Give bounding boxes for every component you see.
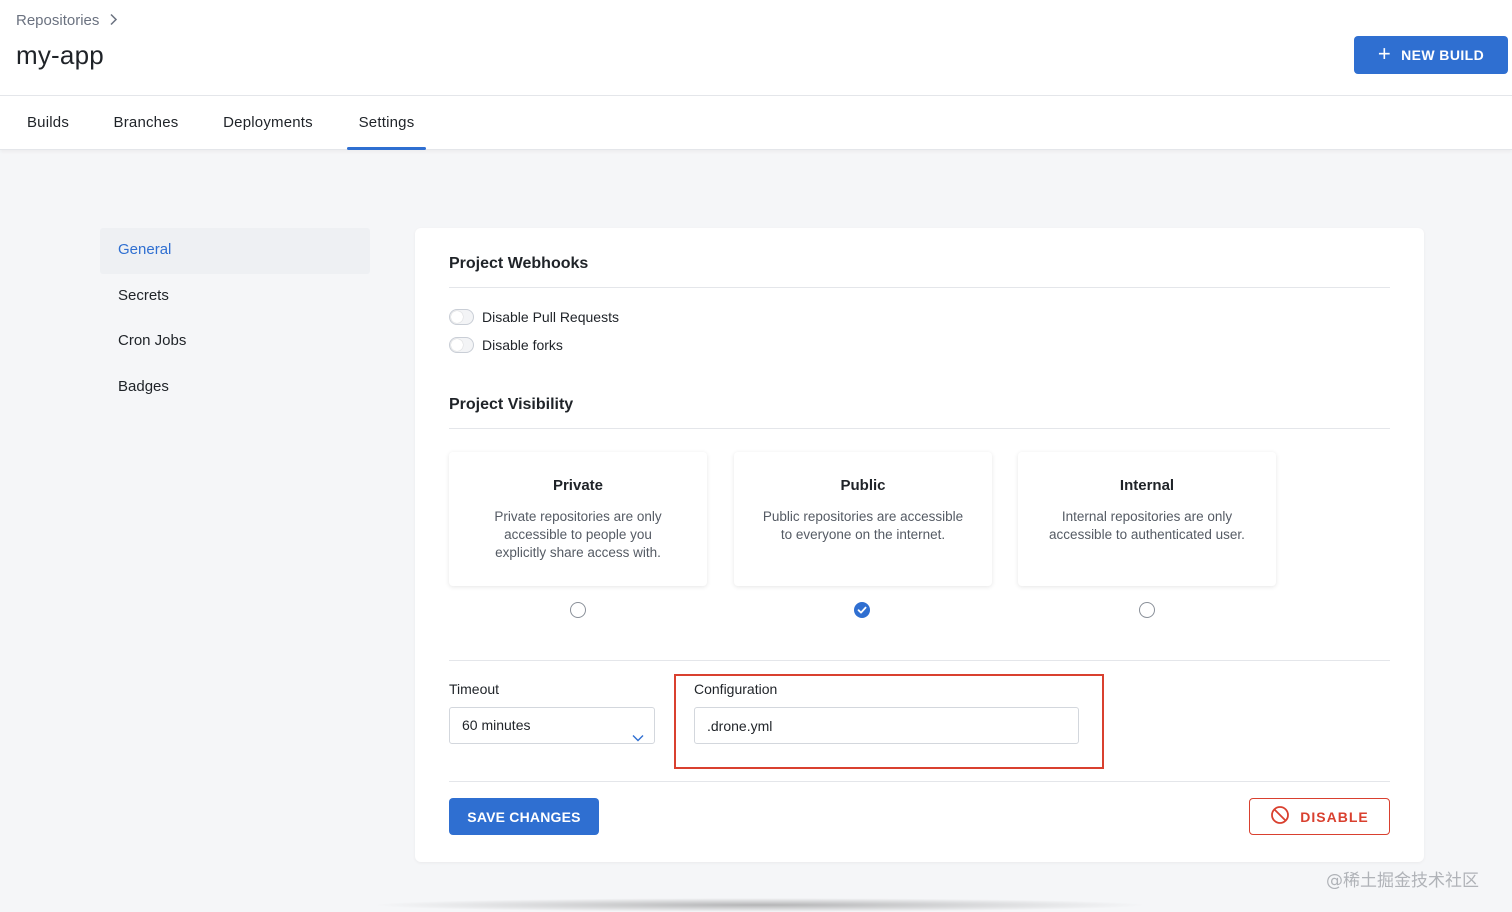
configuration-input[interactable] xyxy=(694,707,1079,744)
watermark: @稀土掘金技术社区 xyxy=(1326,871,1479,891)
repo-tabs: Builds Branches Deployments Settings xyxy=(0,96,1512,150)
divider xyxy=(449,660,1390,661)
disable-button[interactable]: DISABLE xyxy=(1249,798,1390,835)
sidebar-item-badges[interactable]: Badges xyxy=(100,365,370,411)
disable-forks-row: Disable forks xyxy=(449,337,563,353)
visibility-card-description: Public repositories are accessible to ev… xyxy=(762,509,964,542)
chevron-down-icon xyxy=(632,720,644,755)
configuration-label: Configuration xyxy=(694,681,778,697)
tab-branches[interactable]: Branches xyxy=(100,96,192,150)
disable-label: DISABLE xyxy=(1300,808,1369,825)
breadcrumb: Repositories xyxy=(16,12,118,29)
new-build-button[interactable]: + NEW BUILD xyxy=(1354,36,1508,74)
visibility-card-private[interactable]: Private Private repositories are only ac… xyxy=(449,452,707,586)
visibility-card-internal[interactable]: Internal Internal repositories are only … xyxy=(1018,452,1276,586)
sidebar-item-secrets[interactable]: Secrets xyxy=(100,274,370,320)
visibility-radio-public[interactable] xyxy=(854,602,870,618)
settings-panel: Project Webhooks Disable Pull Requests D… xyxy=(415,228,1424,862)
divider xyxy=(449,428,1390,429)
breadcrumb-repositories-link[interactable]: Repositories xyxy=(16,12,99,29)
tab-deployments[interactable]: Deployments xyxy=(208,96,328,150)
visibility-card-description: Internal repositories are only accessibl… xyxy=(1049,509,1245,542)
new-build-label: NEW BUILD xyxy=(1401,47,1485,63)
sidebar-item-cron-jobs[interactable]: Cron Jobs xyxy=(100,319,370,365)
chevron-right-icon xyxy=(109,13,118,29)
bottom-shadow xyxy=(370,898,1150,912)
visibility-card-title: Internal xyxy=(1119,477,1175,494)
visibility-radio-private[interactable] xyxy=(570,602,586,618)
visibility-radio-internal[interactable] xyxy=(1139,602,1155,618)
divider xyxy=(449,781,1390,782)
disable-forks-toggle[interactable] xyxy=(449,337,474,353)
visibility-section-title: Project Visibility xyxy=(449,396,574,413)
visibility-card-title: Private xyxy=(552,477,604,494)
disable-pull-requests-toggle[interactable] xyxy=(449,309,474,325)
visibility-card-public[interactable]: Public Public repositories are accessibl… xyxy=(734,452,992,586)
visibility-card-title: Public xyxy=(840,477,886,494)
webhooks-section-title: Project Webhooks xyxy=(449,255,589,272)
check-icon xyxy=(857,606,867,614)
divider xyxy=(449,287,1390,288)
disable-pull-requests-label: Disable Pull Requests xyxy=(482,309,619,325)
save-changes-button[interactable]: SAVE CHANGES xyxy=(449,798,599,835)
timeout-value: 60 minutes xyxy=(462,717,531,733)
timeout-select[interactable]: 60 minutes xyxy=(449,707,655,744)
plus-icon: + xyxy=(1377,41,1392,66)
timeout-label: Timeout xyxy=(449,681,500,697)
tab-settings[interactable]: Settings xyxy=(347,96,426,150)
disable-forks-label: Disable forks xyxy=(482,337,563,353)
ban-icon xyxy=(1270,805,1290,828)
page-header: Repositories my-app + NEW BUILD xyxy=(0,0,1512,96)
visibility-card-description: Private repositories are only accessible… xyxy=(494,509,662,560)
tab-builds[interactable]: Builds xyxy=(12,96,84,150)
settings-sidebar: General Secrets Cron Jobs Badges xyxy=(100,228,370,410)
sidebar-item-general[interactable]: General xyxy=(100,228,370,274)
disable-pull-requests-row: Disable Pull Requests xyxy=(449,309,619,325)
page-title: my-app xyxy=(16,40,104,70)
